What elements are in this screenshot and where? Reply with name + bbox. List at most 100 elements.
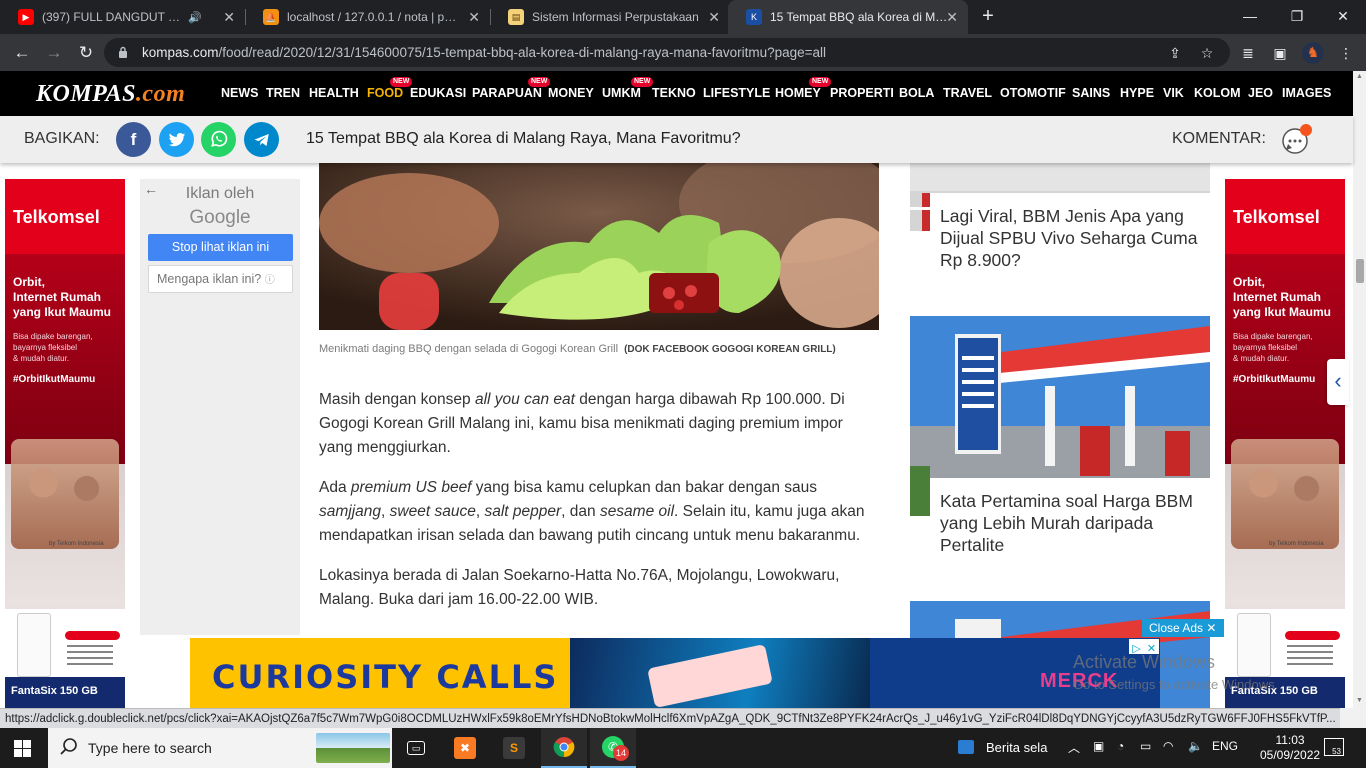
media-control-icon[interactable]: ≣ <box>1238 43 1258 63</box>
chevron-up-icon[interactable]: ︿ <box>1068 739 1080 756</box>
nav-money[interactable]: MONEY <box>548 86 594 100</box>
side-panel-icon[interactable]: ▣ <box>1270 43 1290 63</box>
close-ads-button[interactable]: Close Ads ✕ <box>1142 619 1224 637</box>
nav-jeo[interactable]: JEO <box>1248 86 1273 100</box>
share-icon[interactable]: ⇪ <box>1166 44 1184 62</box>
close-tab-icon[interactable]: ✕ <box>468 9 480 26</box>
related-article-title[interactable]: Lagi Viral, BBM Jenis Apa yang Dijual SP… <box>930 193 1210 273</box>
nav-tren[interactable]: TREN <box>266 86 300 100</box>
chevron-left-icon[interactable]: ‹ <box>1327 359 1349 405</box>
xampp-icon[interactable]: ✖ <box>442 728 488 768</box>
comment-label[interactable]: KOMENTAR: <box>1172 130 1266 148</box>
tab-phpmyadmin[interactable]: ⛵ localhost / 127.0.0.1 / nota | phpMyAd… <box>245 0 490 34</box>
nav-bola[interactable]: BOLA <box>899 86 934 100</box>
nav-sains[interactable]: SAINS <box>1072 86 1110 100</box>
windows-start-icon[interactable] <box>14 740 31 757</box>
twitter-icon[interactable] <box>159 122 194 157</box>
scrollbar-thumb[interactable] <box>1356 259 1364 283</box>
nav-properti[interactable]: PROPERTI <box>830 86 894 100</box>
system-clock[interactable]: 11:03 05/09/2022 <box>1260 733 1320 763</box>
telkomsel-logo: Telkomsel <box>1233 207 1320 227</box>
text: , dan <box>561 503 600 520</box>
close-tab-icon[interactable]: ✕ <box>946 9 958 26</box>
article-title: 15 Tempat BBQ ala Korea di Malang Raya, … <box>306 130 741 147</box>
text: Masih dengan konsep <box>319 391 475 408</box>
forward-icon[interactable]: → <box>42 41 66 65</box>
related-article-title[interactable]: Kata Pertamina soal Harga BBM yang Lebih… <box>930 478 1210 561</box>
whatsapp-icon[interactable]: ✆ <box>590 728 636 768</box>
lock-icon[interactable] <box>118 46 128 58</box>
task-view-icon[interactable]: ▭ <box>393 728 439 768</box>
telegram-icon[interactable] <box>244 122 279 157</box>
merck-banner-ad[interactable]: CURIOSITY CALLS MERCK <box>190 638 1160 708</box>
nav-kolom[interactable]: KOLOM <box>1194 86 1241 100</box>
new-tab-button[interactable]: + <box>978 5 998 29</box>
ad-url-pill <box>1285 631 1340 640</box>
nav-otomotif[interactable]: OTOMOTIF <box>1000 86 1066 100</box>
restore-icon[interactable]: ❐ <box>1284 5 1310 27</box>
nav-vik[interactable]: VIK <box>1163 86 1184 100</box>
nav-news[interactable]: NEWS <box>221 86 259 100</box>
meet-icon[interactable]: ▣ <box>1093 739 1104 753</box>
volume-icon[interactable]: 🔈 <box>1188 739 1203 753</box>
language-indicator[interactable]: ENG <box>1212 739 1238 753</box>
taskbar-search-box[interactable]: Type here to search <box>48 728 392 768</box>
url-domain: kompas.com <box>142 45 219 60</box>
menu-icon[interactable]: ⋮ <box>1336 43 1356 63</box>
nav-edukasi[interactable]: EDUKASI <box>410 86 466 100</box>
profile-avatar[interactable]: ♞ <box>1302 42 1324 64</box>
nav-images[interactable]: IMAGES <box>1282 86 1331 100</box>
telkomsel-skin-ad-right[interactable]: Telkomsel Orbit, Internet Rumah yang Iku… <box>1225 179 1345 708</box>
scrollbar-corner <box>1340 708 1366 728</box>
scroll-down-icon[interactable]: ▼ <box>1355 697 1364 706</box>
sublime-icon[interactable]: S <box>491 728 537 768</box>
scroll-up-icon[interactable]: ▲ <box>1355 73 1364 82</box>
stop-seeing-ad-button[interactable]: Stop lihat iklan ini <box>148 234 293 261</box>
facebook-icon[interactable]: f <box>116 122 151 157</box>
notification-icon[interactable]: 53 <box>1324 738 1344 756</box>
close-window-icon[interactable]: ✕ <box>1330 5 1356 27</box>
ad-feedback-panel: ← Iklan oleh Google Stop lihat iklan ini… <box>140 179 300 635</box>
kompas-logo[interactable]: KOMPAS.com <box>36 81 185 108</box>
tab-title: 15 Tempat BBQ ala Korea di Malang <box>770 10 950 24</box>
vertical-scrollbar[interactable]: ▲ ▼ <box>1353 71 1366 708</box>
ad-subtext: Bisa dipake barengan, bayarnya fleksibel… <box>13 332 93 363</box>
nav-food[interactable]: FOOD <box>367 86 403 100</box>
telkomsel-skin-ad-left[interactable]: Telkomsel Orbit, Internet Rumah yang Iku… <box>5 179 125 708</box>
nav-umkm[interactable]: UMKM <box>602 86 641 100</box>
related-article-card[interactable]: Lagi Viral, BBM Jenis Apa yang Dijual SP… <box>910 163 1210 273</box>
back-icon[interactable]: ← <box>10 41 34 65</box>
nav-homey[interactable]: HOMEY <box>775 86 821 100</box>
close-tab-icon[interactable]: ✕ <box>223 9 235 26</box>
wifi-icon[interactable]: ◠ <box>1163 739 1173 753</box>
close-tab-icon[interactable]: ✕ <box>708 9 720 26</box>
nav-lifestyle[interactable]: LIFESTYLE <box>703 86 770 100</box>
reload-icon[interactable]: ↻ <box>74 41 98 65</box>
tab-perpustakaan[interactable]: ▤ Sistem Informasi Perpustakaan ✕ <box>490 0 730 34</box>
battery-icon[interactable]: ▭ <box>1140 739 1151 753</box>
bookmark-star-icon[interactable]: ☆ <box>1198 44 1216 62</box>
network-icon[interactable]: ◔ <box>1117 739 1124 753</box>
speaker-icon[interactable]: 🔊 <box>188 11 202 24</box>
tab-kompas[interactable]: K 15 Tempat BBQ ala Korea di Malang ✕ <box>728 0 968 34</box>
why-this-ad-button[interactable]: Mengapa iklan ini? ⓘ <box>148 265 293 293</box>
chrome-icon[interactable] <box>541 728 587 768</box>
related-article-card[interactable]: Kata Pertamina soal Harga BBM yang Lebih… <box>910 316 1210 561</box>
minimize-icon[interactable]: — <box>1237 5 1263 27</box>
comment-bubble-icon[interactable] <box>1280 123 1312 155</box>
whatsapp-icon[interactable] <box>201 122 236 157</box>
share-bar: BAGIKAN: f 15 Tempat BBQ ala Korea di Ma… <box>0 116 1353 163</box>
nav-tekno[interactable]: TEKNO <box>652 86 696 100</box>
tab-youtube[interactable]: ▶ (397) FULL DANGDUT KOPLO 🔊 ✕ <box>0 0 245 34</box>
nav-health[interactable]: HEALTH <box>309 86 359 100</box>
search-highlight-image <box>316 733 390 763</box>
ad-maker: by Telkom Indonesia <box>1269 541 1324 547</box>
nav-hype[interactable]: HYPE <box>1120 86 1154 100</box>
news-widget[interactable]: Berita sela <box>958 740 1047 755</box>
nav-travel[interactable]: TRAVEL <box>943 86 992 100</box>
bbq-photo <box>319 163 879 330</box>
search-icon <box>60 738 77 755</box>
nav-parapuan[interactable]: PARAPUAN <box>472 86 542 100</box>
address-bar[interactable]: kompas.com/food/read/2020/12/31/15460007… <box>104 38 1230 67</box>
url-text[interactable]: kompas.com/food/read/2020/12/31/15460007… <box>142 45 826 60</box>
